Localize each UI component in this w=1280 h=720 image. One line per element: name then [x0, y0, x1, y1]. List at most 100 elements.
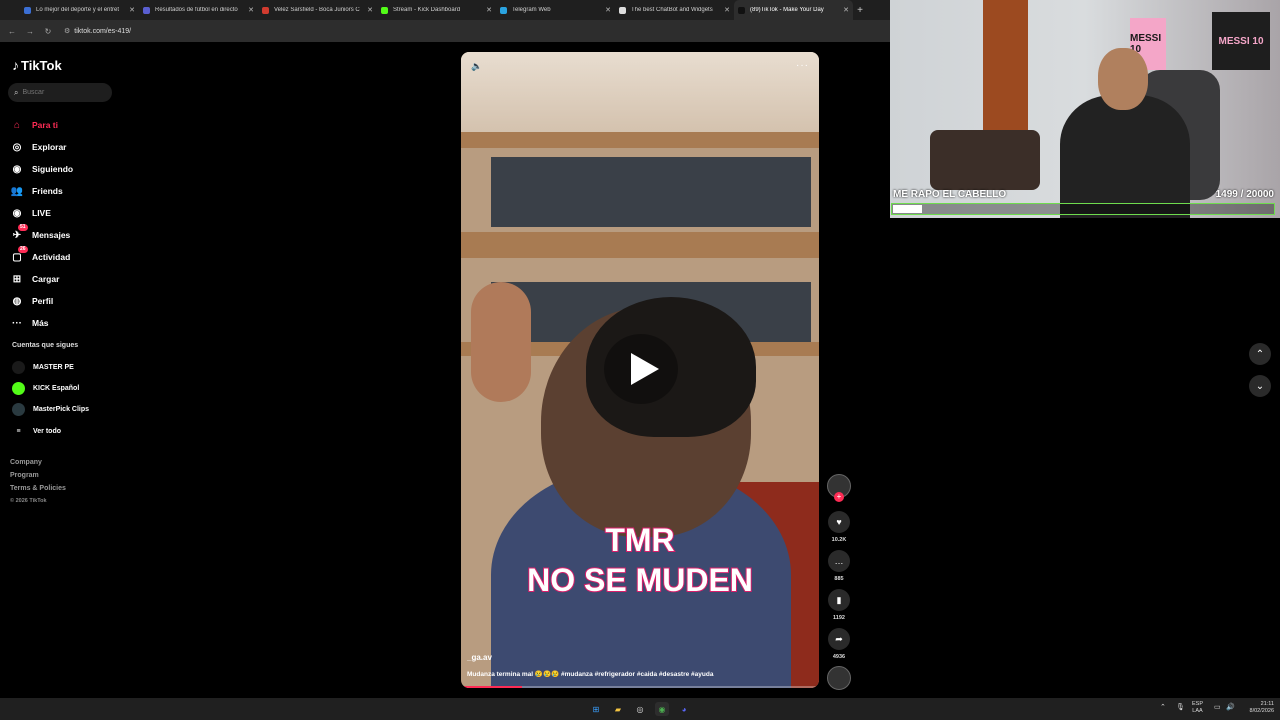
following-item[interactable]: KICK Español — [12, 381, 79, 395]
share-icon: ➦ — [835, 633, 843, 644]
lang-top: ESP — [1192, 701, 1204, 707]
nav-item[interactable]: ✈ 51 Mensajes — [10, 224, 71, 243]
search-input[interactable] — [22, 89, 103, 96]
heart-icon: ♥ — [836, 517, 842, 527]
address-bar: ← → ↻ ⚙ tiktok.com/es-419/ — [0, 20, 890, 42]
tray-chevron-icon[interactable]: ⌃ — [1160, 704, 1166, 711]
nav-item[interactable]: ··· Más — [10, 315, 49, 331]
video-player[interactable]: 🔈 ··· TMR NO SE MUDEN _ga.av Mudanza ter… — [461, 52, 819, 688]
following-item[interactable]: ≡ Ver todo — [12, 424, 61, 438]
volume-icon[interactable]: 🔈 — [471, 61, 482, 72]
account-avatar — [12, 381, 25, 395]
windows-start-icon[interactable]: ⊞ — [589, 702, 603, 716]
obs-icon[interactable]: ◎ — [633, 702, 647, 716]
sound-disc-icon[interactable] — [827, 666, 851, 690]
following-icon: ◉ — [12, 163, 22, 175]
messi-poster-right: MESSI 10 — [1212, 12, 1270, 70]
video-caption-line1: TMR — [604, 521, 675, 559]
forward-icon[interactable]: → — [24, 27, 36, 36]
browser-tab[interactable]: Resultados de fútbol en directo ✕ — [139, 0, 258, 20]
upload-icon: ⊞ — [12, 273, 22, 285]
back-icon[interactable]: ← — [6, 27, 18, 36]
nav-item[interactable]: ⌂ Para ti — [10, 117, 58, 133]
nav-item[interactable]: ◍ Perfil — [10, 293, 54, 309]
tab-close-icon[interactable]: ✕ — [605, 6, 611, 14]
more-options-icon[interactable]: ··· — [796, 60, 809, 71]
nav-item[interactable]: ◉ Siguiendo — [10, 161, 73, 177]
tab-close-icon[interactable]: ✕ — [486, 6, 492, 14]
nav-item[interactable]: ⊞ Cargar — [10, 271, 60, 287]
video-caption-line2: NO SE MUDEN — [526, 561, 754, 599]
microphone-icon[interactable]: 🎙 — [1176, 704, 1185, 711]
person-hand — [471, 282, 531, 402]
play-icon — [631, 353, 659, 385]
tab-close-icon[interactable]: ✕ — [843, 6, 849, 14]
browser-tab[interactable]: Telegram Web ✕ — [496, 0, 615, 20]
play-button[interactable] — [604, 334, 678, 404]
share-button[interactable]: ➦ — [828, 628, 850, 650]
discord-icon[interactable]: ◕ — [677, 702, 691, 716]
network-icon[interactable]: ▭ — [1214, 704, 1221, 711]
browser-tab[interactable]: Stream - Kick Dashboard ✕ — [377, 0, 496, 20]
tab-close-icon[interactable]: ✕ — [724, 6, 730, 14]
browser-tab[interactable]: Velez Sarsfield - Boca Juniors C ✕ — [258, 0, 377, 20]
tiktok-sidebar: ♪ TikTok ⌕ ⌂ Para ti ◎ Explorar ◉ Siguiendo 👥 F… — [0, 44, 125, 564]
nav-item[interactable]: 👥 Friends — [10, 183, 63, 199]
follow-plus-icon[interactable]: + — [834, 492, 844, 502]
shelf-beam — [461, 132, 819, 148]
nav-item-label: Para ti — [32, 120, 58, 130]
footer-link[interactable]: Terms & Policies — [10, 485, 66, 492]
notification-badge: 26 — [18, 246, 28, 253]
tab-label: The best ChatBot and Widgets — [631, 7, 713, 13]
nav-item-label: Mensajes — [32, 230, 71, 240]
search-box[interactable]: ⌕ — [8, 83, 112, 102]
url-text[interactable]: tiktok.com/es-419/ — [74, 28, 131, 35]
tiktok-logo[interactable]: ♪ TikTok — [12, 57, 62, 73]
reload-icon[interactable]: ↻ — [42, 27, 54, 36]
following-item-label: KICK Español — [33, 384, 80, 392]
nav-item[interactable]: ▢ 26 Actividad — [10, 246, 70, 265]
tab-close-icon[interactable]: ✕ — [129, 6, 135, 14]
site-info-icon[interactable]: ⚙ — [64, 27, 70, 35]
friends-icon: 👥 — [10, 185, 24, 197]
video-progress-bar[interactable] — [461, 686, 819, 688]
nav-item[interactable]: ◉ LIVE — [10, 205, 51, 221]
comment-button[interactable]: … — [828, 550, 850, 572]
next-video-button[interactable]: ⌄ — [1249, 375, 1271, 397]
following-item[interactable]: MasterPick Clips — [12, 402, 89, 416]
browser-tab[interactable]: The best ChatBot and Widgets ✕ — [615, 0, 734, 20]
footer-link[interactable]: Program — [10, 472, 39, 479]
following-item[interactable]: MASTER PE — [12, 360, 74, 374]
like-button[interactable]: ♥ — [828, 511, 850, 533]
save-button[interactable]: ▮ — [828, 589, 850, 611]
following-item-label: MASTER PE — [33, 363, 74, 371]
volume-tray-icon[interactable]: 🔊 — [1226, 704, 1235, 711]
clock[interactable]: 21:11 8/02/2026 — [1240, 701, 1274, 715]
tab-label: (89)TikTok - Make Your Day — [750, 7, 824, 13]
windows-taskbar: ⊞ ▰ ◎ ◉ ◕ ⌃ 🎙 ESP LAA ▭ 🔊 21:11 8/02/202… — [0, 698, 1280, 720]
copyright-text: © 2026 TikTok — [10, 498, 47, 504]
tab-favicon-icon — [143, 6, 150, 14]
tab-favicon-icon — [738, 6, 745, 14]
chevron-down-icon: ⌄ — [1255, 380, 1265, 392]
chevron-up-icon: ⌃ — [1255, 348, 1265, 360]
profile-icon: ◍ — [12, 295, 22, 307]
footer-link[interactable]: Company — [10, 459, 42, 466]
nav-item[interactable]: ◎ Explorar — [10, 139, 67, 155]
new-tab-button[interactable]: + — [853, 5, 867, 16]
activity-icon: ▢ 26 — [12, 246, 28, 263]
nav-item-label: Perfil — [32, 296, 54, 306]
video-author[interactable]: _ga.av — [467, 653, 492, 662]
file-explorer-icon[interactable]: ▰ — [611, 702, 625, 716]
browser-tab[interactable]: Lo mejor del deporte y el entret ✕ — [20, 0, 139, 20]
shelf-beam — [461, 232, 819, 258]
nav-item-label: Friends — [32, 186, 63, 196]
nav-item-label: Más — [32, 318, 49, 328]
previous-video-button[interactable]: ⌃ — [1249, 343, 1271, 365]
language-indicator[interactable]: ESP LAA — [1192, 701, 1203, 715]
browser-tab[interactable]: (89)TikTok - Make Your Day ✕ — [734, 0, 853, 20]
lang-bottom: LAA — [1192, 708, 1203, 714]
tab-close-icon[interactable]: ✕ — [248, 6, 254, 14]
tab-close-icon[interactable]: ✕ — [367, 6, 373, 14]
chrome-icon[interactable]: ◉ — [655, 702, 669, 716]
